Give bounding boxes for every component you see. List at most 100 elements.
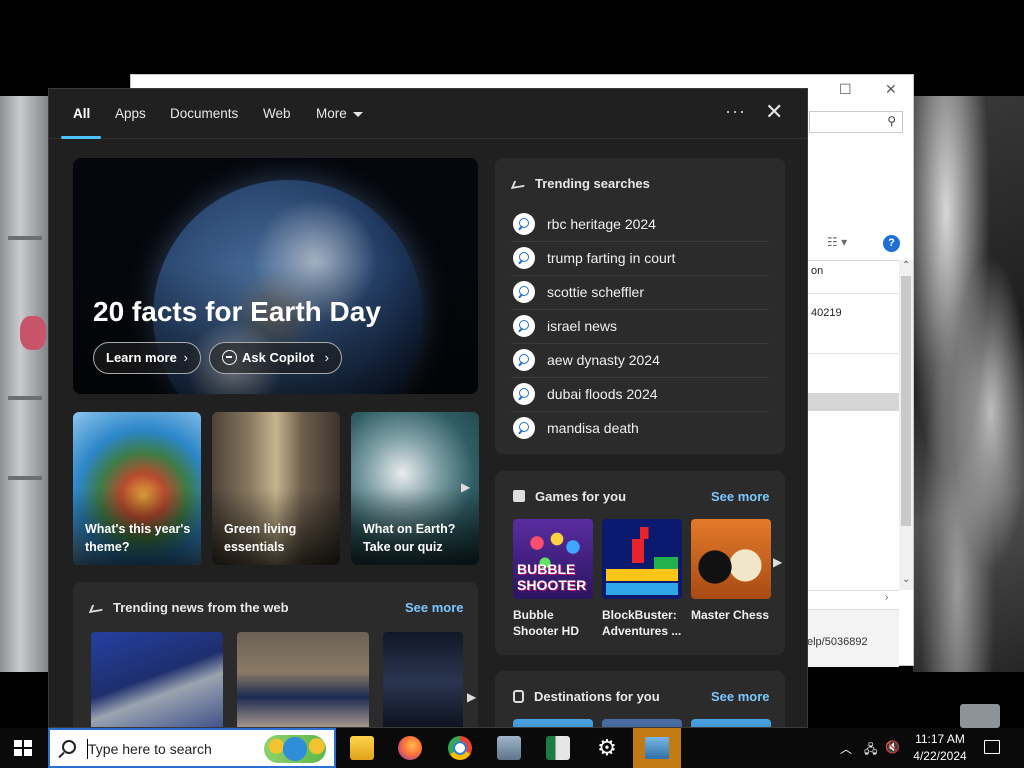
tab-apps[interactable]: Apps <box>115 106 146 121</box>
footer-link[interactable]: elp/5036892 <box>807 636 868 648</box>
tab-all[interactable]: All <box>73 106 90 121</box>
search-icon <box>513 349 535 371</box>
system-monitor-icon[interactable] <box>497 736 521 760</box>
trending-search-item[interactable]: mandisa death <box>511 412 769 446</box>
taskbar: Type here to search ⚙ ︿ 🖧 🔇 11:17 AM 4/2… <box>0 728 1024 768</box>
chevron-right-icon: › <box>183 350 188 365</box>
tab-documents[interactable]: Documents <box>170 106 238 121</box>
window-search-input[interactable]: ⚲ <box>809 111 903 133</box>
divider <box>807 353 899 354</box>
chrome-icon[interactable] <box>448 736 472 760</box>
list-item[interactable]: 40219 <box>811 307 842 319</box>
game-thumbnail-text: BUBBLE SHOOTER <box>517 561 587 593</box>
details-footer: elp/5036892 <box>807 609 899 667</box>
search-icon <box>513 315 535 337</box>
card-green-living[interactable]: Green living essentials <box>212 412 340 565</box>
carousel-next-icon[interactable]: ▶ <box>773 555 782 569</box>
destinations-section: Destinations for you See more <box>495 671 785 727</box>
game-blockbuster[interactable]: BlockBuster: Adventures ... <box>602 519 682 639</box>
help-icon[interactable]: ? <box>883 235 900 252</box>
network-icon[interactable]: 🖧 <box>864 740 877 761</box>
file-explorer-icon[interactable] <box>350 736 374 760</box>
trending-search-label: trump farting in court <box>547 250 676 266</box>
carousel-next-icon[interactable]: ▶ <box>461 480 470 494</box>
ask-copilot-button[interactable]: Ask Copilot › <box>209 342 342 374</box>
learn-more-button[interactable]: Learn more › <box>93 342 201 374</box>
tab-web[interactable]: Web <box>263 106 291 121</box>
search-placeholder: Type here to search <box>88 741 212 757</box>
settings-gear-icon[interactable]: ⚙ <box>595 736 619 760</box>
hero-card[interactable]: 20 facts for Earth Day Learn more › Ask … <box>73 158 478 394</box>
card-earth-quiz[interactable]: What on Earth? Take our quiz <box>351 412 479 565</box>
destination-thumbnail[interactable] <box>602 719 682 727</box>
game-piece-icon <box>513 490 525 502</box>
trending-search-item[interactable]: scottie scheffler <box>511 276 769 310</box>
horizontal-scrollbar[interactable]: › <box>807 590 899 606</box>
trending-searches-section: Trending searches rbc heritage 2024 trum… <box>495 158 785 454</box>
news-thumbnail[interactable] <box>237 632 369 727</box>
trending-searches-title: Trending searches <box>510 176 650 191</box>
tab-more[interactable]: More <box>316 106 363 121</box>
scroll-right-icon[interactable]: › <box>885 592 888 603</box>
volume-muted-icon[interactable]: 🔇 <box>885 740 900 754</box>
divider <box>807 293 899 294</box>
destination-thumbnail[interactable] <box>691 719 771 727</box>
windows-start-icon[interactable] <box>14 740 32 756</box>
system-clock[interactable]: 11:17 AM 4/22/2024 <box>905 731 975 765</box>
trending-searches-label: Trending searches <box>535 176 650 191</box>
games-section: Games for you See more BUBBLE SHOOTER Bu… <box>495 471 785 655</box>
games-see-more-link[interactable]: See more <box>711 489 770 504</box>
taskbar-search-input[interactable]: Type here to search <box>48 728 336 768</box>
game-bubble-shooter[interactable]: BUBBLE SHOOTER Bubble Shooter HD <box>513 519 593 639</box>
close-panel-icon[interactable]: ✕ <box>765 99 783 125</box>
chevron-right-icon: › <box>324 350 329 365</box>
active-tab-indicator <box>61 136 101 139</box>
scroll-down-icon[interactable]: ⌄ <box>902 574 910 585</box>
suitcase-icon <box>513 690 524 703</box>
trending-search-item[interactable]: dubai floods 2024 <box>511 378 769 412</box>
caret-down-icon <box>352 111 363 117</box>
earth-day-highlight-icon[interactable] <box>264 735 326 763</box>
game-name: Bubble Shooter HD <box>513 608 579 638</box>
trending-icon <box>88 603 106 613</box>
trending-search-item[interactable]: israel news <box>511 310 769 344</box>
scrollbar-thumb[interactable] <box>901 276 911 526</box>
search-icon <box>513 383 535 405</box>
ask-copilot-label: Ask Copilot <box>242 350 315 365</box>
tray-chevron-up-icon[interactable]: ︿ <box>840 740 852 757</box>
column-header: on <box>811 265 824 277</box>
active-app-button[interactable] <box>633 728 681 768</box>
close-window-icon[interactable]: ✕ <box>885 81 897 98</box>
vertical-scrollbar[interactable]: ⌃ ⌄ <box>899 260 913 590</box>
game-thumbnail <box>602 519 682 599</box>
wallpaper-detail <box>8 396 42 400</box>
trending-search-item[interactable]: rbc heritage 2024 <box>511 208 769 242</box>
file-list[interactable]: on 40219 <box>807 260 899 610</box>
start-logo-pane <box>14 749 22 756</box>
more-options-icon[interactable]: ··· <box>725 101 746 122</box>
selected-row[interactable] <box>807 393 899 411</box>
firefox-icon[interactable] <box>398 736 422 760</box>
trending-news-section: Trending news from the web See more ▶ <box>73 582 478 727</box>
notification-center-icon[interactable] <box>984 740 1000 754</box>
tab-more-label: More <box>316 106 347 121</box>
game-master-chess[interactable]: Master Chess <box>691 519 771 623</box>
view-options-icon[interactable]: ☷ ▾ <box>827 235 847 249</box>
news-thumbnail[interactable] <box>383 632 463 727</box>
desktop-wallpaper-right <box>913 96 1024 672</box>
news-thumbnail[interactable] <box>91 632 223 727</box>
maximize-icon[interactable]: ☐ <box>839 81 852 98</box>
news-see-more-link[interactable]: See more <box>405 600 464 615</box>
spreadsheet-app-icon[interactable] <box>546 736 570 760</box>
destinations-see-more-link[interactable]: See more <box>711 689 770 704</box>
desktop-shortcut-icon[interactable] <box>960 704 1000 728</box>
games-label: Games for you <box>535 489 627 504</box>
destination-thumbnail[interactable] <box>513 719 593 727</box>
scroll-up-icon[interactable]: ⌃ <box>902 260 910 271</box>
trending-search-item[interactable]: trump farting in court <box>511 242 769 276</box>
search-panel: All Apps Documents Web More ··· ✕ 20 fac… <box>48 88 808 728</box>
start-logo-pane <box>24 749 32 756</box>
card-earth-day-theme[interactable]: What's this year's theme? <box>73 412 201 565</box>
carousel-next-icon[interactable]: ▶ <box>467 690 476 704</box>
trending-search-item[interactable]: aew dynasty 2024 <box>511 344 769 378</box>
